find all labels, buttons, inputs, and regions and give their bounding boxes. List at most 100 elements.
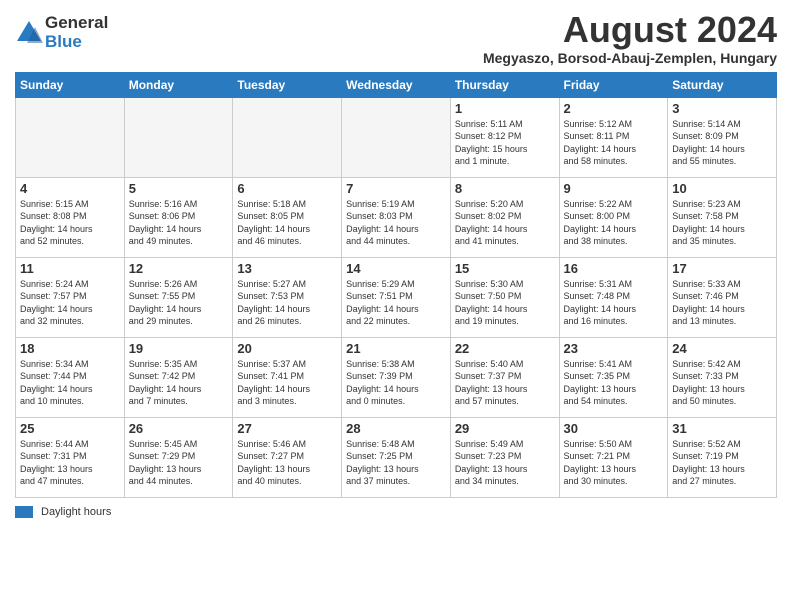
day-number: 22 — [455, 341, 555, 356]
day-cell: 16 Sunrise: 5:31 AM Sunset: 7:48 PM Dayli… — [559, 257, 668, 337]
week-row-5: 25 Sunrise: 5:44 AM Sunset: 7:31 PM Dayli… — [16, 417, 777, 497]
day-cell: 4 Sunrise: 5:15 AM Sunset: 8:08 PM Daylig… — [16, 177, 125, 257]
day-cell: 1Sunrise: 5:11 AM Sunset: 8:12 PM Daylig… — [450, 97, 559, 177]
logo-blue: Blue — [45, 33, 108, 52]
col-header-saturday: Saturday — [668, 72, 777, 97]
day-cell: 23Sunrise: 5:41 AM Sunset: 7:35 PM Dayli… — [559, 337, 668, 417]
day-number: 25 — [20, 421, 120, 436]
day-cell: 5Sunrise: 5:16 AM Sunset: 8:06 PM Daylig… — [124, 177, 233, 257]
day-cell: 15Sunrise: 5:30 AM Sunset: 7:50 PM Dayli… — [450, 257, 559, 337]
day-cell — [16, 97, 125, 177]
day-cell: 17 Sunrise: 5:33 AM Sunset: 7:46 PM Dayli… — [668, 257, 777, 337]
day-info: Sunrise: 5:37 AM Sunset: 7:41 PM Dayligh… — [237, 358, 337, 408]
day-number: 10 — [672, 181, 772, 196]
day-info: Sunrise: 5:12 AM Sunset: 8:11 PM Dayligh… — [564, 118, 664, 168]
daylight-box-icon — [15, 506, 33, 518]
day-number: 17 — [672, 261, 772, 276]
day-info: Sunrise: 5:23 AM Sunset: 7:58 PM Dayligh… — [672, 198, 772, 248]
location: Megyaszo, Borsod-Abauj-Zemplen, Hungary — [483, 50, 777, 66]
day-cell: 22 Sunrise: 5:40 AM Sunset: 7:37 PM Dayli… — [450, 337, 559, 417]
day-number: 4 — [20, 181, 120, 196]
col-header-sunday: Sunday — [16, 72, 125, 97]
day-number: 29 — [455, 421, 555, 436]
day-info: Sunrise: 5:34 AM Sunset: 7:44 PM Dayligh… — [20, 358, 120, 408]
day-info: Sunrise: 5:48 AM Sunset: 7:25 PM Dayligh… — [346, 438, 446, 488]
header-row: SundayMondayTuesdayWednesdayThursdayFrid… — [16, 72, 777, 97]
day-cell: 21Sunrise: 5:38 AM Sunset: 7:39 PM Dayli… — [342, 337, 451, 417]
day-info: Sunrise: 5:52 AM Sunset: 7:19 PM Dayligh… — [672, 438, 772, 488]
day-number: 16 — [564, 261, 664, 276]
day-number: 18 — [20, 341, 120, 356]
day-number: 8 — [455, 181, 555, 196]
day-number: 15 — [455, 261, 555, 276]
day-number: 12 — [129, 261, 229, 276]
day-number: 20 — [237, 341, 337, 356]
day-cell: 10 Sunrise: 5:23 AM Sunset: 7:58 PM Dayli… — [668, 177, 777, 257]
day-info: Sunrise: 5:14 AM Sunset: 8:09 PM Dayligh… — [672, 118, 772, 168]
page: General Blue August 2024 Megyaszo, Borso… — [0, 0, 792, 612]
day-number: 26 — [129, 421, 229, 436]
week-row-1: 1Sunrise: 5:11 AM Sunset: 8:12 PM Daylig… — [16, 97, 777, 177]
day-number: 24 — [672, 341, 772, 356]
day-info: Sunrise: 5:40 AM Sunset: 7:37 PM Dayligh… — [455, 358, 555, 408]
day-number: 28 — [346, 421, 446, 436]
day-info: Sunrise: 5:29 AM Sunset: 7:51 PM Dayligh… — [346, 278, 446, 328]
day-cell — [233, 97, 342, 177]
day-cell: 24Sunrise: 5:42 AM Sunset: 7:33 PM Dayli… — [668, 337, 777, 417]
day-number: 21 — [346, 341, 446, 356]
day-info: Sunrise: 5:49 AM Sunset: 7:23 PM Dayligh… — [455, 438, 555, 488]
header: General Blue August 2024 Megyaszo, Borso… — [15, 10, 777, 66]
day-cell: 20 Sunrise: 5:37 AM Sunset: 7:41 PM Dayli… — [233, 337, 342, 417]
calendar-table: SundayMondayTuesdayWednesdayThursdayFrid… — [15, 72, 777, 498]
col-header-wednesday: Wednesday — [342, 72, 451, 97]
day-info: Sunrise: 5:19 AM Sunset: 8:03 PM Dayligh… — [346, 198, 446, 248]
day-info: Sunrise: 5:50 AM Sunset: 7:21 PM Dayligh… — [564, 438, 664, 488]
day-cell: 18 Sunrise: 5:34 AM Sunset: 7:44 PM Dayli… — [16, 337, 125, 417]
day-cell: 26 Sunrise: 5:45 AM Sunset: 7:29 PM Dayli… — [124, 417, 233, 497]
day-cell: 6 Sunrise: 5:18 AM Sunset: 8:05 PM Daylig… — [233, 177, 342, 257]
day-info: Sunrise: 5:26 AM Sunset: 7:55 PM Dayligh… — [129, 278, 229, 328]
day-info: Sunrise: 5:18 AM Sunset: 8:05 PM Dayligh… — [237, 198, 337, 248]
day-cell — [124, 97, 233, 177]
footer: Daylight hours — [15, 506, 777, 518]
day-cell: 31 Sunrise: 5:52 AM Sunset: 7:19 PM Dayli… — [668, 417, 777, 497]
week-row-2: 4 Sunrise: 5:15 AM Sunset: 8:08 PM Daylig… — [16, 177, 777, 257]
day-cell: 8Sunrise: 5:20 AM Sunset: 8:02 PM Daylig… — [450, 177, 559, 257]
logo-icon — [15, 19, 43, 47]
day-cell: 29 Sunrise: 5:49 AM Sunset: 7:23 PM Dayli… — [450, 417, 559, 497]
footer-label: Daylight hours — [41, 506, 111, 518]
day-number: 5 — [129, 181, 229, 196]
day-cell: 27 Sunrise: 5:46 AM Sunset: 7:27 PM Dayli… — [233, 417, 342, 497]
col-header-monday: Monday — [124, 72, 233, 97]
col-header-tuesday: Tuesday — [233, 72, 342, 97]
day-number: 30 — [564, 421, 664, 436]
day-number: 31 — [672, 421, 772, 436]
day-number: 14 — [346, 261, 446, 276]
day-cell: 28 Sunrise: 5:48 AM Sunset: 7:25 PM Dayli… — [342, 417, 451, 497]
day-number: 7 — [346, 181, 446, 196]
day-cell: 12 Sunrise: 5:26 AM Sunset: 7:55 PM Dayli… — [124, 257, 233, 337]
day-number: 9 — [564, 181, 664, 196]
day-number: 3 — [672, 101, 772, 116]
logo-general: General — [45, 14, 108, 33]
day-info: Sunrise: 5:45 AM Sunset: 7:29 PM Dayligh… — [129, 438, 229, 488]
day-cell: 2 Sunrise: 5:12 AM Sunset: 8:11 PM Daylig… — [559, 97, 668, 177]
title-block: August 2024 Megyaszo, Borsod-Abauj-Zempl… — [483, 10, 777, 66]
day-info: Sunrise: 5:15 AM Sunset: 8:08 PM Dayligh… — [20, 198, 120, 248]
day-cell: 19Sunrise: 5:35 AM Sunset: 7:42 PM Dayli… — [124, 337, 233, 417]
week-row-3: 11Sunrise: 5:24 AM Sunset: 7:57 PM Dayli… — [16, 257, 777, 337]
day-number: 2 — [564, 101, 664, 116]
day-info: Sunrise: 5:27 AM Sunset: 7:53 PM Dayligh… — [237, 278, 337, 328]
day-number: 27 — [237, 421, 337, 436]
day-cell: 30 Sunrise: 5:50 AM Sunset: 7:21 PM Dayli… — [559, 417, 668, 497]
day-info: Sunrise: 5:46 AM Sunset: 7:27 PM Dayligh… — [237, 438, 337, 488]
day-info: Sunrise: 5:44 AM Sunset: 7:31 PM Dayligh… — [20, 438, 120, 488]
day-info: Sunrise: 5:33 AM Sunset: 7:46 PM Dayligh… — [672, 278, 772, 328]
day-number: 6 — [237, 181, 337, 196]
day-cell — [342, 97, 451, 177]
day-cell: 11Sunrise: 5:24 AM Sunset: 7:57 PM Dayli… — [16, 257, 125, 337]
logo: General Blue — [15, 14, 108, 51]
day-cell: 25 Sunrise: 5:44 AM Sunset: 7:31 PM Dayli… — [16, 417, 125, 497]
day-number: 13 — [237, 261, 337, 276]
day-info: Sunrise: 5:31 AM Sunset: 7:48 PM Dayligh… — [564, 278, 664, 328]
